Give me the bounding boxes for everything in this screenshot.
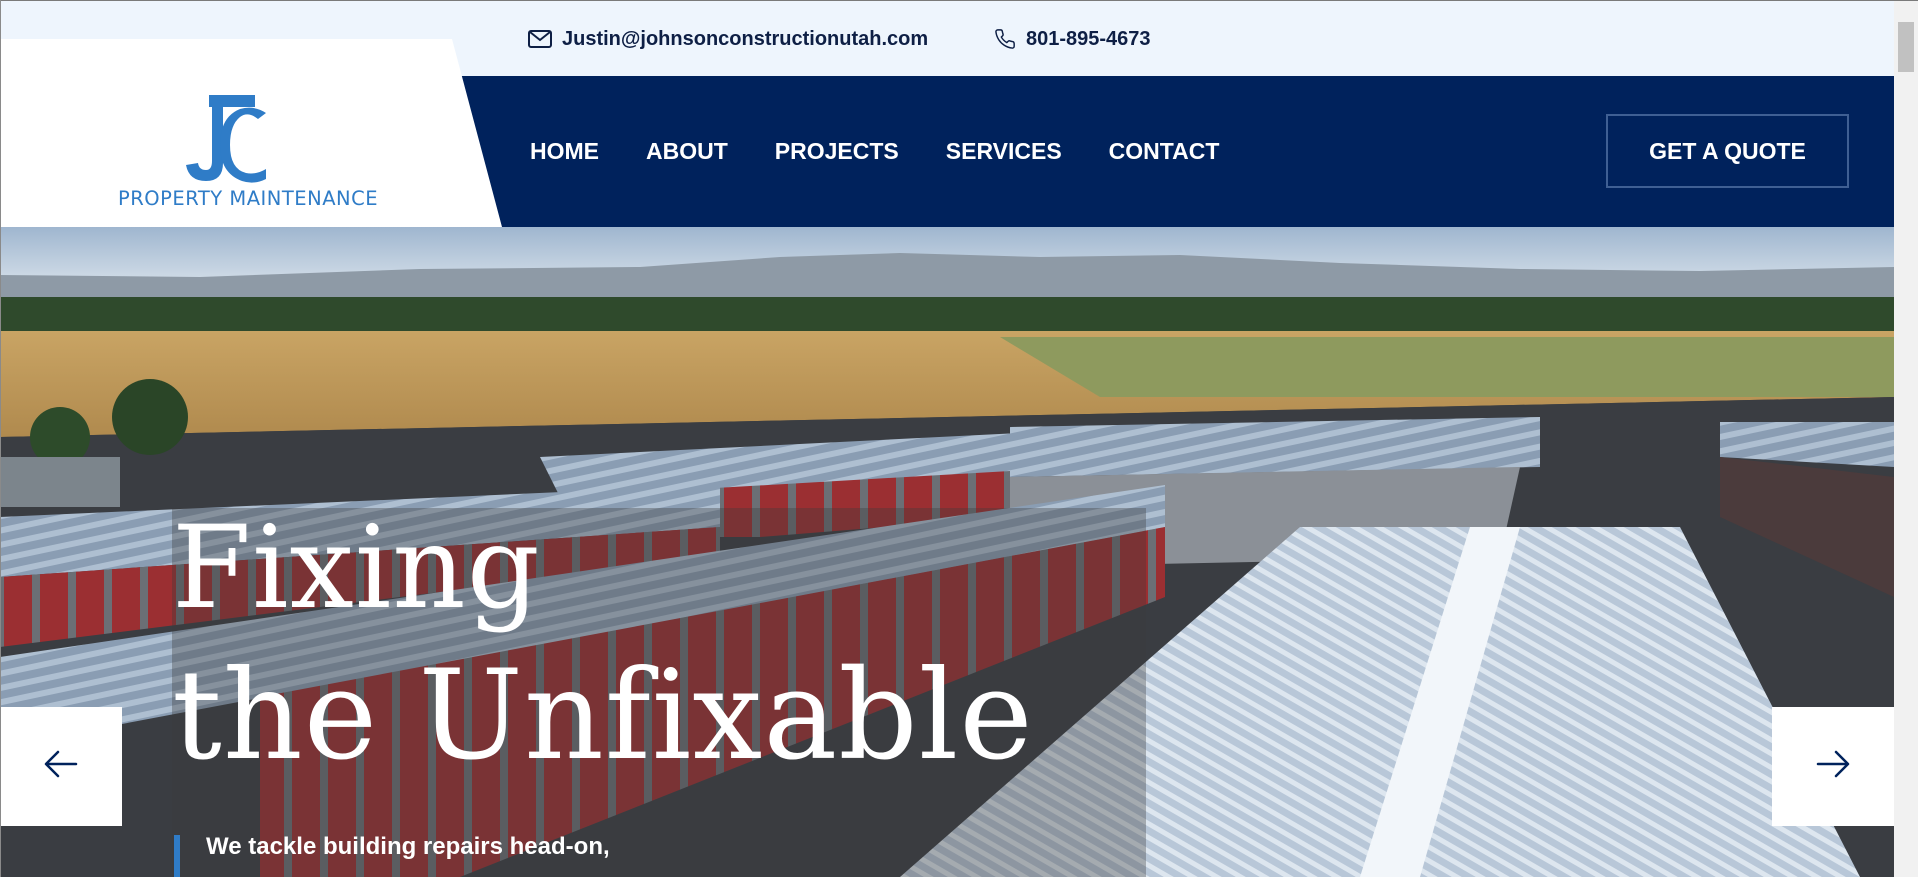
nav-contact[interactable]: CONTACT — [1109, 138, 1220, 165]
phone-text[interactable]: 801-895-4673 — [1026, 28, 1151, 51]
scrollbar-thumb[interactable] — [1898, 22, 1914, 72]
page-scrollbar[interactable] — [1894, 0, 1918, 877]
arrow-right-icon — [1816, 750, 1850, 783]
email-text[interactable]: Justin@johnsonconstructionutah.com — [562, 28, 928, 51]
hero-title-line-1: Fixing — [172, 501, 541, 634]
nav-home[interactable]: HOME — [530, 138, 599, 165]
window-left-border — [0, 0, 1, 877]
main-nav: HOME ABOUT PROJECTS SERVICES CONTACT — [530, 76, 1266, 227]
slider-prev-button[interactable] — [0, 707, 122, 826]
phone-link[interactable]: 801-895-4673 — [994, 22, 1151, 56]
hero-slider: Fixing the Unfixable We tackle building … — [0, 227, 1894, 877]
logo-text: PROPERTY MAINTENANCE — [118, 187, 379, 210]
nav-about[interactable]: ABOUT — [646, 138, 728, 165]
slider-next-button[interactable] — [1772, 707, 1894, 826]
hero-accent-bar — [174, 835, 180, 877]
jc-logo-mark — [182, 93, 274, 192]
nav-services[interactable]: SERVICES — [946, 138, 1062, 165]
get-a-quote-button[interactable]: GET A QUOTE — [1606, 114, 1849, 188]
arrow-left-icon — [44, 750, 78, 783]
window-top-border — [0, 0, 1918, 1]
phone-icon — [994, 28, 1016, 50]
hero-title-line-2: the Unfixable — [172, 644, 1034, 788]
hero-subtitle: We tackle building repairs head-on, — [206, 833, 610, 860]
email-link[interactable]: Justin@johnsonconstructionutah.com — [528, 22, 928, 56]
nav-projects[interactable]: PROJECTS — [775, 138, 899, 165]
logo-link[interactable]: PROPERTY MAINTENANCE — [0, 39, 502, 227]
envelope-icon — [528, 30, 552, 48]
